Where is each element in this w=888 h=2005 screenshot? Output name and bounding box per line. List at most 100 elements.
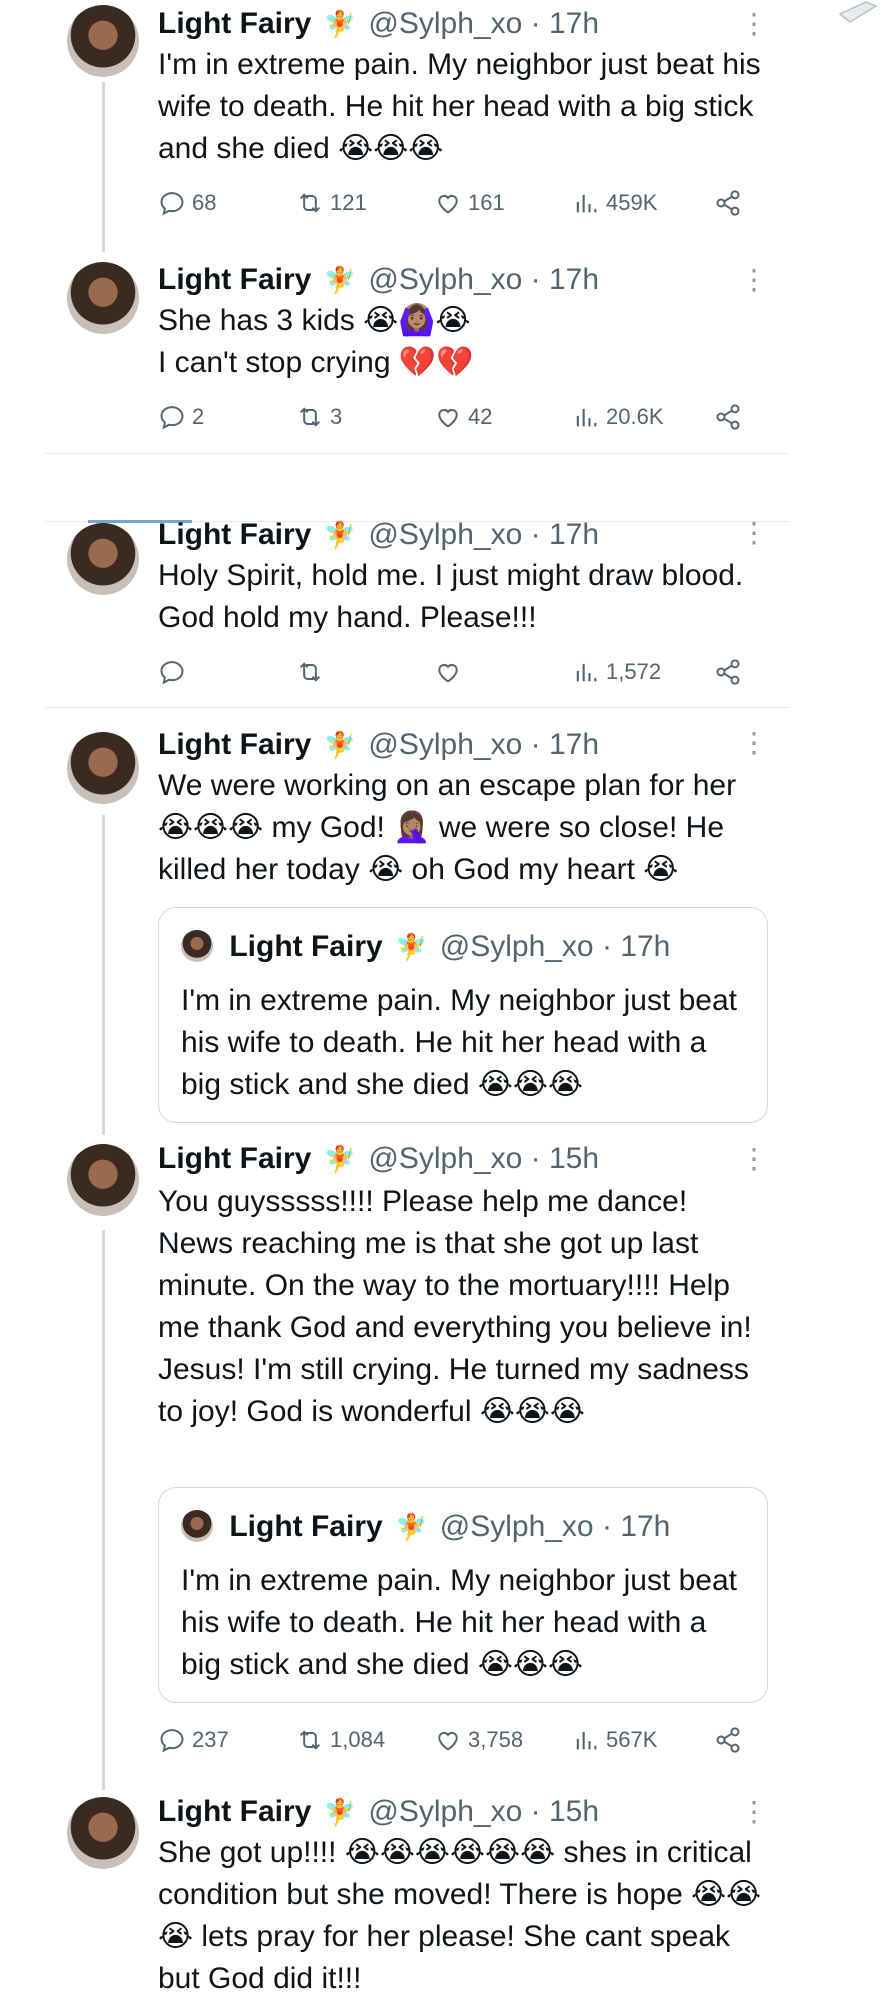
- author-name[interactable]: Light Fairy: [158, 518, 311, 551]
- quoted-timestamp: 17h: [620, 930, 671, 963]
- separator-dot: ·: [601, 930, 612, 963]
- corner-partial-icon: [838, 1, 878, 23]
- tweet-text: I'm in extreme pain. My neighbor just be…: [158, 48, 761, 165]
- more-icon[interactable]: ⋮: [740, 10, 768, 38]
- author-handle[interactable]: @Sylph_xo: [368, 728, 522, 761]
- author-handle[interactable]: @Sylph_xo: [368, 1795, 522, 1828]
- like-count: 42: [468, 404, 493, 429]
- tweet[interactable]: Light Fairy 🧚 @Sylph_xo · 17h ⋮ We were …: [0, 725, 800, 1125]
- views-button[interactable]: 459K: [572, 186, 657, 220]
- author-name[interactable]: Light Fairy: [158, 263, 311, 296]
- quoted-tweet-text: I'm in extreme pain. My neighbor just be…: [181, 1564, 737, 1681]
- author-handle[interactable]: @Sylph_xo: [368, 7, 522, 40]
- tweet[interactable]: Light Fairy 🧚 @Sylph_xo · 17h ⋮ She has …: [0, 250, 800, 450]
- fairy-emoji: 🧚: [323, 520, 357, 550]
- share-button[interactable]: [714, 1723, 742, 1757]
- like-button[interactable]: 3,758: [434, 1723, 523, 1757]
- tweet[interactable]: Light Fairy 🧚 @Sylph_xo · 15h ⋮ You guys…: [0, 1137, 800, 1757]
- like-button[interactable]: [434, 655, 468, 689]
- more-icon[interactable]: ⋮: [740, 266, 768, 294]
- separator-dot: ·: [530, 7, 541, 40]
- author-handle[interactable]: @Sylph_xo: [368, 263, 522, 296]
- like-icon: [438, 1732, 458, 1751]
- views-button[interactable]: 567K: [572, 1723, 657, 1757]
- avatar[interactable]: [67, 732, 139, 804]
- share-button[interactable]: [714, 400, 742, 434]
- share-button[interactable]: [714, 655, 742, 689]
- fairy-emoji: 🧚: [323, 9, 357, 39]
- tweet-text: Holy Spirit, hold me. I just might draw …: [158, 559, 744, 634]
- fairy-emoji: 🧚: [323, 730, 357, 760]
- author-name[interactable]: Light Fairy: [158, 1142, 311, 1175]
- more-icon[interactable]: ⋮: [740, 519, 768, 547]
- quoted-tweet[interactable]: Light Fairy 🧚 @Sylph_xo · 17h I'm in ext…: [158, 907, 768, 1123]
- tweet-header: Light Fairy 🧚 @Sylph_xo · 15h: [158, 1794, 599, 1830]
- reply-icon: [160, 406, 184, 430]
- separator-dot: ·: [530, 263, 541, 296]
- tweet-text: She has 3 kids 😭🙆🏽‍♀️😭 I can't stop cryi…: [158, 304, 474, 379]
- avatar[interactable]: [67, 523, 139, 595]
- quoted-avatar: [181, 930, 213, 962]
- retweet-button[interactable]: 1,084: [296, 1723, 385, 1757]
- views-icon: [576, 663, 597, 682]
- reply-button[interactable]: 237: [158, 1723, 229, 1757]
- tweet-header: Light Fairy 🧚 @Sylph_xo · 17h: [158, 517, 599, 553]
- quoted-avatar: [181, 1510, 213, 1542]
- timestamp[interactable]: 17h: [549, 518, 599, 551]
- like-button[interactable]: 42: [434, 400, 492, 434]
- retweet-button[interactable]: [296, 655, 330, 689]
- timestamp[interactable]: 15h: [549, 1142, 599, 1175]
- reply-button[interactable]: 2: [158, 400, 204, 434]
- like-count: 3,758: [468, 1727, 524, 1752]
- timestamp[interactable]: 17h: [549, 263, 599, 296]
- quoted-author-handle: @Sylph_xo: [439, 1510, 594, 1543]
- avatar[interactable]: [67, 5, 139, 77]
- share-button[interactable]: [714, 186, 742, 220]
- separator-dot: ·: [530, 1795, 541, 1828]
- more-icon[interactable]: ⋮: [740, 729, 768, 757]
- separator-dot: ·: [601, 1510, 612, 1543]
- reply-button[interactable]: [158, 655, 192, 689]
- tweet[interactable]: Light Fairy 🧚 @Sylph_xo · 17h ⋮ Holy Spi…: [0, 505, 800, 705]
- avatar[interactable]: [67, 1797, 139, 1869]
- author-name[interactable]: Light Fairy: [158, 728, 311, 761]
- quoted-author-name: Light Fairy: [229, 1510, 383, 1543]
- author-handle[interactable]: @Sylph_xo: [368, 1142, 522, 1175]
- quoted-author-handle: @Sylph_xo: [439, 930, 594, 963]
- views-button[interactable]: 1,572: [572, 655, 661, 689]
- retweet-button[interactable]: 121: [296, 186, 367, 220]
- author-handle[interactable]: @Sylph_xo: [368, 518, 522, 551]
- retweet-count: 3: [330, 404, 343, 429]
- quoted-tweet[interactable]: Light Fairy 🧚 @Sylph_xo · 17h I'm in ext…: [158, 1487, 768, 1703]
- separator-dot: ·: [530, 1142, 541, 1175]
- retweet-button[interactable]: 3: [296, 400, 342, 434]
- author-name[interactable]: Light Fairy: [158, 7, 311, 40]
- avatar[interactable]: [67, 1144, 139, 1216]
- tweet[interactable]: Light Fairy 🧚 @Sylph_xo · 17h ⋮ I'm in e…: [0, 0, 800, 245]
- retweet-icon: [299, 1730, 321, 1750]
- views-icon: [576, 1731, 597, 1750]
- action-bar: 2 3 42 20.6K: [158, 400, 758, 434]
- views-count: 567K: [606, 1727, 658, 1752]
- author-name[interactable]: Light Fairy: [158, 1795, 311, 1828]
- views-count: 20.6K: [606, 404, 664, 429]
- action-bar: 237 1,084 3,758 567K: [158, 1723, 758, 1757]
- views-button[interactable]: 20.6K: [572, 400, 664, 434]
- more-icon[interactable]: ⋮: [740, 1798, 768, 1826]
- reply-icon: [160, 1729, 184, 1753]
- reply-button[interactable]: 68: [158, 186, 216, 220]
- timestamp[interactable]: 17h: [549, 728, 599, 761]
- reply-count: 68: [192, 190, 217, 215]
- like-count: 161: [468, 190, 505, 215]
- views-count: 459K: [606, 190, 658, 215]
- tweet-text: She got up!!!! 😭😭😭😭😭😭 shes in critical c…: [158, 1836, 762, 1995]
- tweet[interactable]: Light Fairy 🧚 @Sylph_xo · 15h ⋮ She got …: [0, 1790, 800, 2005]
- fairy-emoji: 🧚: [395, 1512, 428, 1542]
- timestamp[interactable]: 15h: [549, 1795, 599, 1828]
- timestamp[interactable]: 17h: [549, 7, 599, 40]
- like-button[interactable]: 161: [434, 186, 505, 220]
- more-icon[interactable]: ⋮: [740, 1145, 768, 1173]
- retweet-icon: [299, 407, 321, 427]
- avatar[interactable]: [67, 262, 139, 334]
- views-count: 1,572: [606, 659, 662, 684]
